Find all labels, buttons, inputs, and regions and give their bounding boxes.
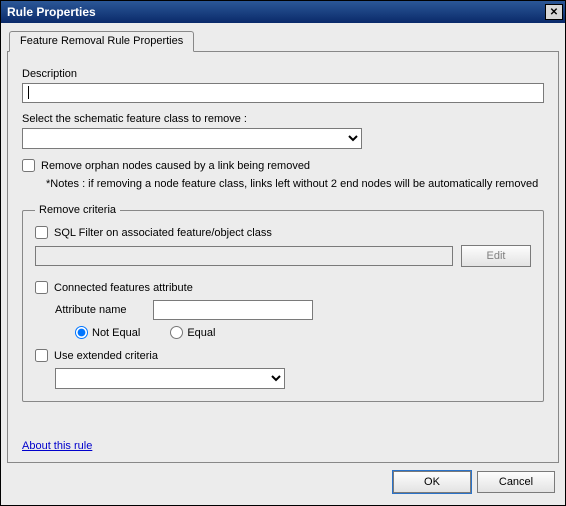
extended-checkbox[interactable] bbox=[35, 349, 48, 362]
edit-button[interactable]: Edit bbox=[461, 245, 531, 267]
remove-criteria-group: Remove criteria SQL Filter on associated… bbox=[22, 204, 544, 402]
equal-radio[interactable] bbox=[170, 326, 183, 339]
tab-label: Feature Removal Rule Properties bbox=[20, 35, 183, 47]
feature-class-label: Select the schematic feature class to re… bbox=[22, 113, 544, 125]
feature-class-select[interactable] bbox=[22, 128, 362, 149]
description-row: Description bbox=[22, 68, 544, 103]
extended-row: Use extended criteria bbox=[35, 349, 531, 362]
not-equal-option[interactable]: Not Equal bbox=[75, 326, 140, 339]
feature-class-row: Select the schematic feature class to re… bbox=[22, 113, 544, 149]
attribute-name-label: Attribute name bbox=[55, 304, 145, 316]
orphan-row: Remove orphan nodes caused by a link bei… bbox=[22, 159, 544, 172]
tab-panel: Description Select the schematic feature… bbox=[7, 51, 559, 463]
dialog-footer: OK Cancel bbox=[7, 463, 559, 493]
not-equal-radio[interactable] bbox=[75, 326, 88, 339]
tab-strip: Feature Removal Rule Properties bbox=[7, 29, 559, 51]
extended-label: Use extended criteria bbox=[54, 350, 158, 362]
attribute-name-input[interactable] bbox=[153, 300, 313, 320]
extended-select[interactable] bbox=[55, 368, 285, 389]
title-bar: Rule Properties ✕ bbox=[1, 1, 565, 23]
sql-filter-label: SQL Filter on associated feature/object … bbox=[54, 227, 272, 239]
remove-criteria-legend: Remove criteria bbox=[35, 204, 120, 216]
tab-feature-removal[interactable]: Feature Removal Rule Properties bbox=[9, 31, 194, 52]
sql-filter-row: SQL Filter on associated feature/object … bbox=[35, 226, 531, 239]
equal-label: Equal bbox=[187, 327, 215, 339]
connected-checkbox[interactable] bbox=[35, 281, 48, 294]
not-equal-label: Not Equal bbox=[92, 327, 140, 339]
equal-option[interactable]: Equal bbox=[170, 326, 215, 339]
connected-label: Connected features attribute bbox=[54, 282, 193, 294]
description-label: Description bbox=[22, 68, 544, 80]
radio-row: Not Equal Equal bbox=[75, 326, 531, 339]
close-icon[interactable]: ✕ bbox=[545, 4, 563, 20]
description-input[interactable] bbox=[22, 83, 544, 103]
dialog-body: Feature Removal Rule Properties Descript… bbox=[1, 23, 565, 505]
sql-filter-input[interactable] bbox=[35, 246, 453, 266]
window-title: Rule Properties bbox=[7, 5, 96, 19]
orphan-label: Remove orphan nodes caused by a link bei… bbox=[41, 160, 310, 172]
sql-filter-checkbox[interactable] bbox=[35, 226, 48, 239]
ok-button[interactable]: OK bbox=[393, 471, 471, 493]
notes-text: *Notes : if removing a node feature clas… bbox=[46, 178, 544, 190]
connected-row: Connected features attribute bbox=[35, 281, 531, 294]
connected-indent: Attribute name Not Equal Equal bbox=[55, 300, 531, 339]
about-link[interactable]: About this rule bbox=[22, 440, 92, 452]
orphan-checkbox[interactable] bbox=[22, 159, 35, 172]
cancel-button[interactable]: Cancel bbox=[477, 471, 555, 493]
